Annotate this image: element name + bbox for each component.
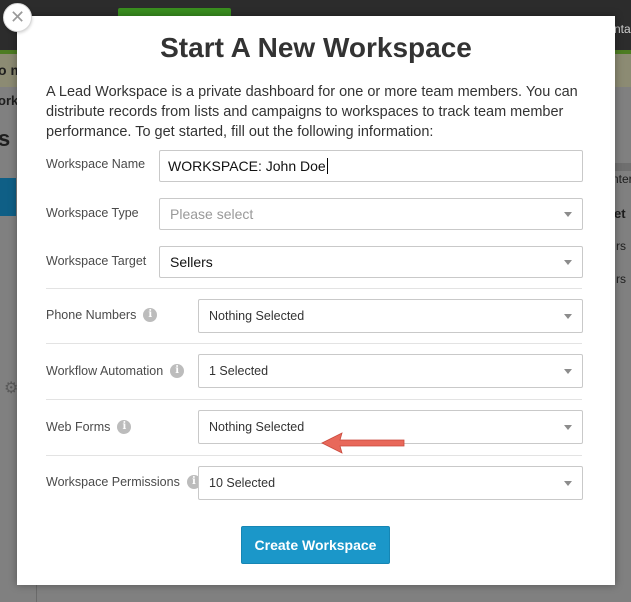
workflow-automation-value: 1 Selected [209,364,269,378]
background-text-fragment: rs [616,239,626,253]
new-workspace-modal: Start A New Workspace A Lead Workspace i… [17,16,615,585]
background-text-fragment: ork [0,93,19,108]
workspace-permissions-label: Workspace Permissions i [46,475,201,489]
info-icon[interactable]: i [143,308,158,322]
workspace-permissions-select[interactable]: 10 Selected [198,466,583,500]
section-divider [46,288,582,289]
modal-title: Start A New Workspace [160,32,472,63]
workspace-target-value: Sellers [170,254,213,270]
workspace-permissions-value: 10 Selected [209,476,276,490]
workspace-target-select[interactable]: Sellers [159,246,583,278]
background-blue-tab [0,178,16,216]
chevron-down-icon [564,259,572,265]
modal-description: A Lead Workspace is a private dashboard … [46,84,578,140]
section-divider [46,455,582,456]
workflow-automation-label-text: Workflow Automation [46,364,164,378]
phone-numbers-label: Phone Numbers i [46,308,158,322]
phone-numbers-value: Nothing Selected [209,309,305,323]
workspace-permissions-label-text: Workspace Permissions [46,475,180,489]
web-forms-label: Web Forms i [46,420,132,434]
text-cursor [326,158,328,174]
chevron-down-icon [564,211,572,217]
workflow-automation-label: Workflow Automation i [46,364,185,378]
phone-numbers-select[interactable]: Nothing Selected [198,299,583,333]
info-icon[interactable]: i [170,364,185,378]
background-text-fragment: s [0,126,11,151]
chevron-down-icon [564,424,572,430]
background-text-fragment: rs [616,272,626,286]
chevron-down-icon [564,368,572,374]
chevron-down-icon [564,313,572,319]
workspace-type-select[interactable]: Please select [159,198,583,230]
background-text-fragment: nta [614,22,631,36]
chevron-down-icon [564,480,572,486]
workspace-name-label: Workspace Name [46,157,146,171]
close-icon[interactable]: ✕ [3,3,32,32]
section-divider [46,399,582,400]
phone-numbers-label-text: Phone Numbers [46,308,137,322]
web-forms-label-text: Web Forms [46,420,111,434]
workspace-name-input[interactable]: WORKSPACE: John Doe [159,150,583,182]
annotation-arrow-icon [321,432,405,454]
workspace-name-value: WORKSPACE: John Doe [168,158,326,174]
info-icon[interactable]: i [117,420,132,434]
section-divider [46,343,582,344]
background-text-fragment: et [614,206,626,221]
workspace-target-label: Workspace Target [46,254,147,268]
workflow-automation-select[interactable]: 1 Selected [198,354,583,388]
create-workspace-button[interactable]: Create Workspace [241,526,390,564]
workspace-type-placeholder: Please select [170,206,254,222]
background-right-strip [615,163,631,171]
background-divider [36,584,37,602]
workspace-type-label: Workspace Type [46,206,139,220]
